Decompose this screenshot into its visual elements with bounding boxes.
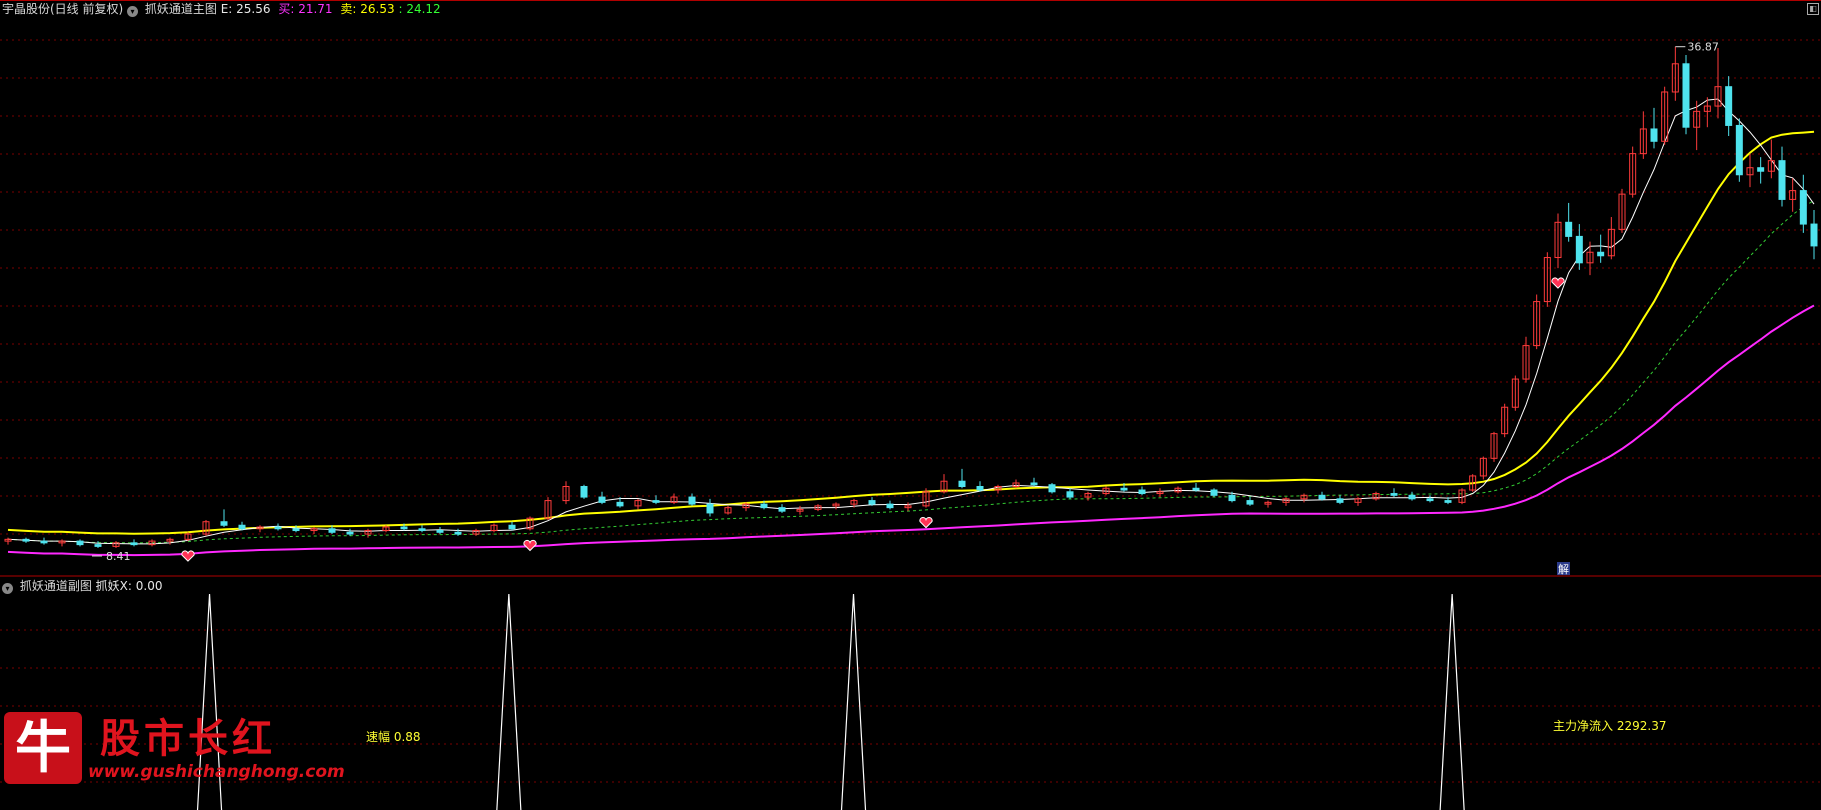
candle-body — [958, 480, 966, 488]
short-ma-line — [7, 98, 1815, 545]
signal-marker — [919, 516, 933, 529]
high-price-label: 36.87 — [1687, 41, 1719, 54]
jie-marker: 解 — [1558, 562, 1569, 576]
inflow-label: 主力净流入 — [1553, 719, 1614, 733]
candle-body — [1030, 482, 1038, 486]
candle-body — [1120, 487, 1128, 491]
candle-body — [22, 538, 30, 542]
speed-value: 0.88 — [393, 730, 421, 744]
signal-value: 0.00 — [135, 579, 163, 593]
candle-body — [94, 544, 102, 547]
e-label: E: — [220, 2, 233, 16]
candle-body — [1799, 190, 1807, 225]
lower-channel-line — [7, 304, 1815, 557]
candle-body — [76, 540, 84, 546]
candle-body — [1318, 494, 1326, 500]
candle-body — [1757, 167, 1765, 172]
candle-body — [1810, 223, 1818, 247]
candle-body — [1336, 498, 1344, 503]
inflow-value: 2292.37 — [1616, 719, 1667, 733]
candle-body — [1408, 494, 1416, 500]
signal-spike — [496, 593, 522, 810]
inflow-label-group: 主力净流入 2292.37 — [1553, 717, 1666, 734]
candle-body — [1650, 128, 1658, 142]
candle-body — [1778, 160, 1786, 200]
signal-spike — [1439, 593, 1465, 810]
candle-body — [1575, 235, 1583, 264]
candle-body — [454, 531, 462, 535]
sub-indicator-settings-icon[interactable]: ▾ — [2, 583, 13, 594]
logo-url: www.gushichanghong.com — [88, 762, 345, 782]
candle-body — [1426, 498, 1434, 502]
candle-body — [868, 500, 876, 505]
candle-body — [1390, 493, 1398, 496]
signal-marker — [523, 539, 537, 552]
candle-body — [760, 503, 768, 509]
separator: : — [398, 2, 403, 16]
candle-body — [1565, 221, 1573, 237]
candle-body — [1066, 491, 1074, 498]
candle-body — [1246, 500, 1254, 505]
candle-body — [1597, 251, 1605, 257]
sell-label: 卖: — [340, 2, 357, 16]
candle-body — [1682, 63, 1690, 128]
candle-body — [328, 528, 336, 533]
chart-window: { "header": { "stock_name": "宇晶股份(日线 前复权… — [0, 0, 1821, 810]
candle-body — [652, 500, 660, 503]
candle-body — [580, 486, 588, 498]
candle-body — [274, 526, 282, 530]
candle-body — [400, 526, 408, 530]
candle-body — [220, 521, 228, 526]
candle-body — [688, 496, 696, 505]
candle-body — [616, 501, 624, 507]
main-chart-header: 宇晶股份(日线 前复权) ▾ 抓妖通道主图 E: 25.56 买: 21.71 … — [2, 1, 441, 17]
candle-body — [508, 524, 516, 530]
candle-body — [1138, 489, 1146, 495]
buy-value: 21.71 — [298, 2, 333, 16]
candle-body — [292, 528, 300, 532]
candle-body — [976, 486, 984, 491]
candle-body — [886, 503, 894, 509]
stock-name: 宇晶股份(日线 前复权) — [2, 2, 124, 16]
candle-body — [778, 507, 786, 512]
sub-indicator-name: 抓妖通道副图 — [19, 579, 92, 593]
signal-marker — [1551, 277, 1565, 289]
candle-body — [436, 530, 444, 533]
candle-body — [706, 503, 714, 514]
candle-body — [40, 540, 48, 544]
candle-body — [1228, 494, 1236, 502]
buy-label: 买: — [278, 2, 295, 16]
speed-label: 速幅 — [366, 730, 391, 744]
chart-canvas: 36.87 8.41 解 — [0, 0, 1821, 810]
logo-title: 股市长红 — [100, 715, 276, 762]
candle-body — [1725, 86, 1733, 126]
candle-body — [1444, 500, 1452, 503]
candle-body — [130, 542, 138, 546]
candle-body — [418, 528, 426, 532]
candle-body — [1210, 489, 1218, 496]
indicator-settings-icon[interactable]: ▾ — [127, 6, 139, 17]
extra-value: 24.12 — [406, 2, 441, 16]
signal-spike — [840, 593, 867, 810]
watermark-logo: 牛 股市长红 www.gushichanghong.com — [4, 706, 345, 786]
e-value: 25.56 — [236, 2, 271, 16]
low-price-label: 8.41 — [106, 550, 131, 563]
speed-label-group: 速幅 0.88 — [366, 728, 421, 745]
candle-body — [1192, 487, 1200, 491]
sub-chart-header: ▾ 抓妖通道副图 抓妖X: 0.00 — [2, 578, 162, 594]
candle-body — [1735, 124, 1743, 176]
signal-label: 抓妖X: — [95, 579, 132, 593]
candle-body — [1048, 484, 1056, 493]
candle-body — [346, 531, 354, 535]
sell-value: 26.53 — [360, 2, 395, 16]
indicator-name: 抓妖通道主图 — [144, 2, 217, 16]
panel-toggle-icon[interactable]: ◧ — [1807, 3, 1819, 15]
candle-body — [238, 524, 246, 530]
signal-marker — [181, 550, 195, 562]
candle-body — [598, 496, 606, 503]
logo-char: 牛 — [4, 712, 82, 784]
